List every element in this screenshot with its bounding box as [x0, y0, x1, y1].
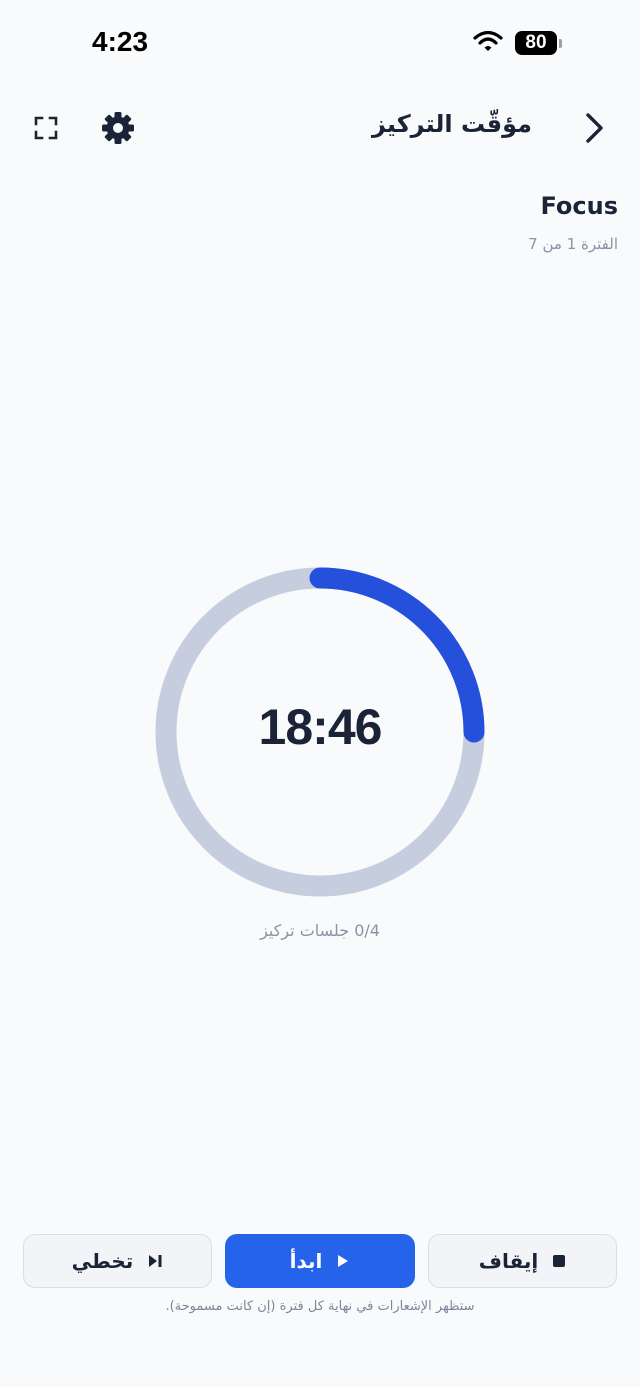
sessions-counter: 0/4 جلسات تركيز — [260, 921, 380, 940]
back-button[interactable] — [574, 108, 614, 152]
status-icons: 80 — [473, 30, 562, 56]
battery-icon: 80 — [515, 31, 562, 55]
fullscreen-button[interactable] — [28, 112, 64, 148]
period-counter: الفترة 1 من 7 — [528, 235, 618, 253]
stop-button[interactable]: إيقاف — [428, 1234, 617, 1288]
play-icon — [336, 1249, 350, 1273]
skip-label: تخطي — [71, 1249, 134, 1273]
phase-label: Focus — [540, 192, 618, 220]
skip-button[interactable]: تخطي — [23, 1234, 212, 1288]
skip-forward-icon — [147, 1249, 163, 1273]
chevron-right-icon — [582, 111, 606, 149]
stop-icon — [552, 1249, 566, 1273]
stop-label: إيقاف — [478, 1249, 539, 1273]
timer-display: 18:46 — [258, 699, 383, 755]
fullscreen-icon — [34, 116, 58, 144]
wifi-icon — [473, 30, 503, 56]
gear-icon — [101, 111, 135, 149]
start-label: ابدأ — [289, 1249, 323, 1273]
battery-level: 80 — [515, 31, 557, 55]
notification-note: ستظهر الإشعارات في نهاية كل فترة (إن كان… — [165, 1299, 475, 1314]
status-time: 4:23 — [92, 26, 149, 57]
page-title: مؤقّت التركيز — [371, 110, 532, 138]
start-button[interactable]: ابدأ — [225, 1234, 415, 1288]
settings-button[interactable] — [98, 110, 138, 150]
